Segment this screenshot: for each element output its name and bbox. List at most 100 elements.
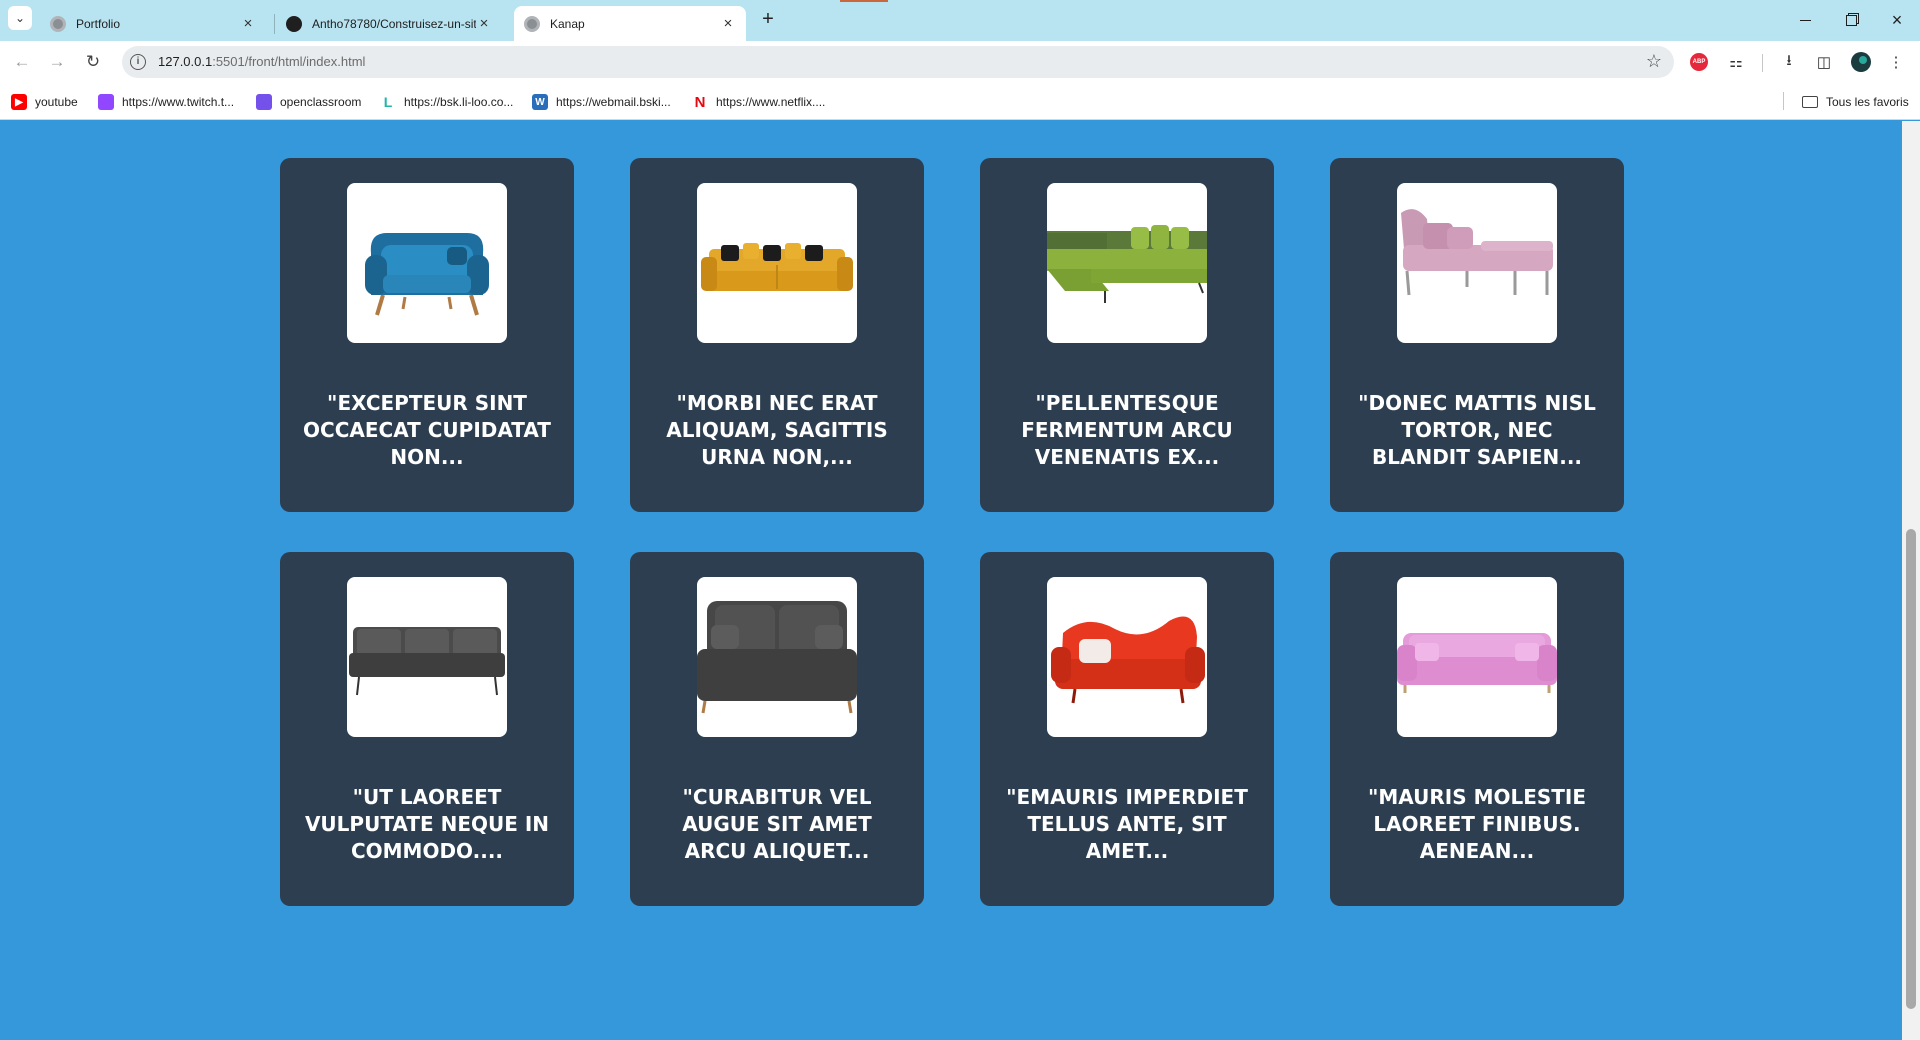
sofa-blue-image <box>365 233 489 316</box>
menu-button[interactable]: ⋮ <box>1884 50 1908 74</box>
plus-icon: + <box>762 8 774 30</box>
product-card[interactable]: "Mauris molestie laoreet finibus. Aenean… <box>1330 552 1624 906</box>
product-card[interactable]: "Excepteur sint occaecat cupidatat non..… <box>280 158 574 512</box>
product-name: "Morbi nec erat aliquam, sagittis urna n… <box>666 391 888 469</box>
sofa-green-corner-image <box>1047 225 1207 303</box>
forward-button[interactable]: → <box>43 48 71 76</box>
new-tab-button[interactable]: + <box>756 8 780 32</box>
netflix-icon: N <box>694 93 706 111</box>
abp-icon: ABP <box>1690 53 1708 71</box>
liloo-icon: L <box>383 94 393 110</box>
close-icon: × <box>1891 10 1903 30</box>
product-name: "Mauris molestie laoreet finibus. Aenean… <box>1367 785 1587 863</box>
sofa-grey-image <box>349 627 505 696</box>
product-image <box>697 183 857 343</box>
chevron-down-icon: ⌄ <box>14 11 26 25</box>
reload-button[interactable]: ↻ <box>79 48 107 76</box>
url-path: :5501/front/html/index.html <box>212 54 366 69</box>
arrow-left-icon: ← <box>13 52 31 71</box>
product-name: "Excepteur sint occaecat cupidatat non..… <box>303 391 551 469</box>
bookmark-label: openclassroom <box>280 95 362 109</box>
sofa-pink-chaise-image <box>1401 209 1553 296</box>
bookmark-label: https://bsk.li-loo.co... <box>404 95 514 109</box>
avatar <box>1851 52 1871 72</box>
bookmark-label: https://www.twitch.t... <box>122 95 235 109</box>
twitch-icon <box>98 94 114 110</box>
product-image <box>697 577 857 737</box>
product-image <box>1047 577 1207 737</box>
bookmark-webmail[interactable]: W https://webmail.bski... <box>532 92 671 112</box>
restore-button[interactable] <box>1828 0 1874 41</box>
product-card[interactable]: "Ut laoreet vulputate neque in commodo..… <box>280 552 574 906</box>
browser-toolbar: ← → ↻ i 127.0.0.1:5501/front/html/index.… <box>0 41 1920 83</box>
bookmark-star-icon[interactable]: ☆ <box>1646 51 1662 72</box>
reload-icon: ↻ <box>85 52 101 71</box>
close-icon[interactable]: × <box>240 15 256 32</box>
toolbar-separator <box>1762 54 1763 72</box>
side-panel-button[interactable]: ◫ <box>1812 50 1836 74</box>
sofa-red-image <box>1051 616 1205 704</box>
site-info-icon[interactable]: i <box>130 54 146 70</box>
product-image <box>347 183 507 343</box>
back-button[interactable]: ← <box>8 48 36 76</box>
tab-portfolio[interactable]: Portfolio × <box>40 6 266 41</box>
product-image <box>1047 183 1207 343</box>
product-image <box>347 577 507 737</box>
tab-separator <box>274 14 275 34</box>
bookmark-liloo[interactable]: L https://bsk.li-loo.co... <box>380 92 514 112</box>
restore-icon <box>1845 15 1857 26</box>
openclassrooms-icon <box>256 94 272 110</box>
arrow-right-icon: → <box>48 52 66 71</box>
tab-kanap[interactable]: Kanap × <box>514 6 746 41</box>
sofa-yellow-image <box>701 243 853 291</box>
close-icon[interactable]: × <box>476 15 492 32</box>
tab-group-indicator <box>840 0 888 2</box>
product-card[interactable]: "Emauris imperdiet tellus ante, sit amet… <box>980 552 1274 906</box>
address-bar[interactable]: i 127.0.0.1:5501/front/html/index.html ☆ <box>122 46 1674 78</box>
product-name: "Donec mattis nisl tortor, nec blandit s… <box>1358 391 1596 469</box>
download-icon: ⭳ <box>1786 51 1792 69</box>
extensions-button[interactable]: ⚏ <box>1724 50 1748 74</box>
page-content: "Excepteur sint occaecat cupidatat non..… <box>0 121 1902 1040</box>
bookmark-label: https://www.netflix.... <box>716 95 826 109</box>
downloads-button[interactable]: ⭳ <box>1777 50 1801 74</box>
bookmarks-bar: ▶ youtube https://www.twitch.t... opencl… <box>0 83 1920 120</box>
close-window-button[interactable]: × <box>1874 0 1920 41</box>
folder-icon <box>1802 96 1818 108</box>
adblock-extension-button[interactable]: ABP <box>1687 50 1711 74</box>
tab-title: Kanap <box>550 16 585 31</box>
product-image <box>1397 577 1557 737</box>
bookmark-youtube[interactable]: ▶ youtube <box>11 92 78 112</box>
bookmark-openclassroom[interactable]: openclassroom <box>256 92 361 112</box>
scrollbar-thumb[interactable] <box>1906 529 1916 1009</box>
product-name: "Emauris imperdiet tellus ante, sit amet… <box>1006 785 1248 863</box>
bookmarks-separator <box>1783 92 1784 110</box>
tab-title: Portfolio <box>76 16 121 31</box>
bookmark-netflix[interactable]: N https://www.netflix.... <box>692 92 826 112</box>
product-name: "Ut laoreet vulputate neque in commodo..… <box>304 785 550 863</box>
product-name: "Pellentesque fermentum arcu venenatis e… <box>1021 391 1233 469</box>
tab-github[interactable]: Antho78780/Construisez-un-sit × <box>276 6 502 41</box>
more-vertical-icon: ⋮ <box>1888 54 1904 71</box>
bookmark-label: https://webmail.bski... <box>556 95 671 109</box>
bookmark-twitch[interactable]: https://www.twitch.t... <box>98 92 234 112</box>
minimize-icon <box>1799 20 1811 21</box>
url-text[interactable]: 127.0.0.1:5501/front/html/index.html <box>158 54 365 69</box>
page-scrollbar[interactable] <box>1902 121 1920 1040</box>
puzzle-icon: ⚏ <box>1729 54 1743 71</box>
globe-icon <box>524 15 540 32</box>
product-card[interactable]: "Curabitur vel augue sit amet arcu aliqu… <box>630 552 924 906</box>
product-card[interactable]: "Morbi nec erat aliquam, sagittis urna n… <box>630 158 924 512</box>
product-card[interactable]: "Pellentesque fermentum arcu venenatis e… <box>980 158 1274 512</box>
product-card[interactable]: "Donec mattis nisl tortor, nec blandit s… <box>1330 158 1624 512</box>
tab-search-button[interactable]: ⌄ <box>8 6 32 30</box>
close-icon[interactable]: × <box>720 15 736 32</box>
globe-icon <box>50 15 66 32</box>
tab-strip: ⌄ Portfolio × Antho78780/Construisez-un-… <box>0 0 1920 41</box>
sofa-dark-grey-image <box>697 601 857 714</box>
minimize-button[interactable] <box>1782 0 1828 41</box>
profile-button[interactable] <box>1849 50 1873 74</box>
github-icon <box>286 15 302 32</box>
all-bookmarks-button[interactable]: Tous les favoris <box>1802 92 1909 112</box>
tab-title: Antho78780/Construisez-un-sit <box>312 16 476 31</box>
